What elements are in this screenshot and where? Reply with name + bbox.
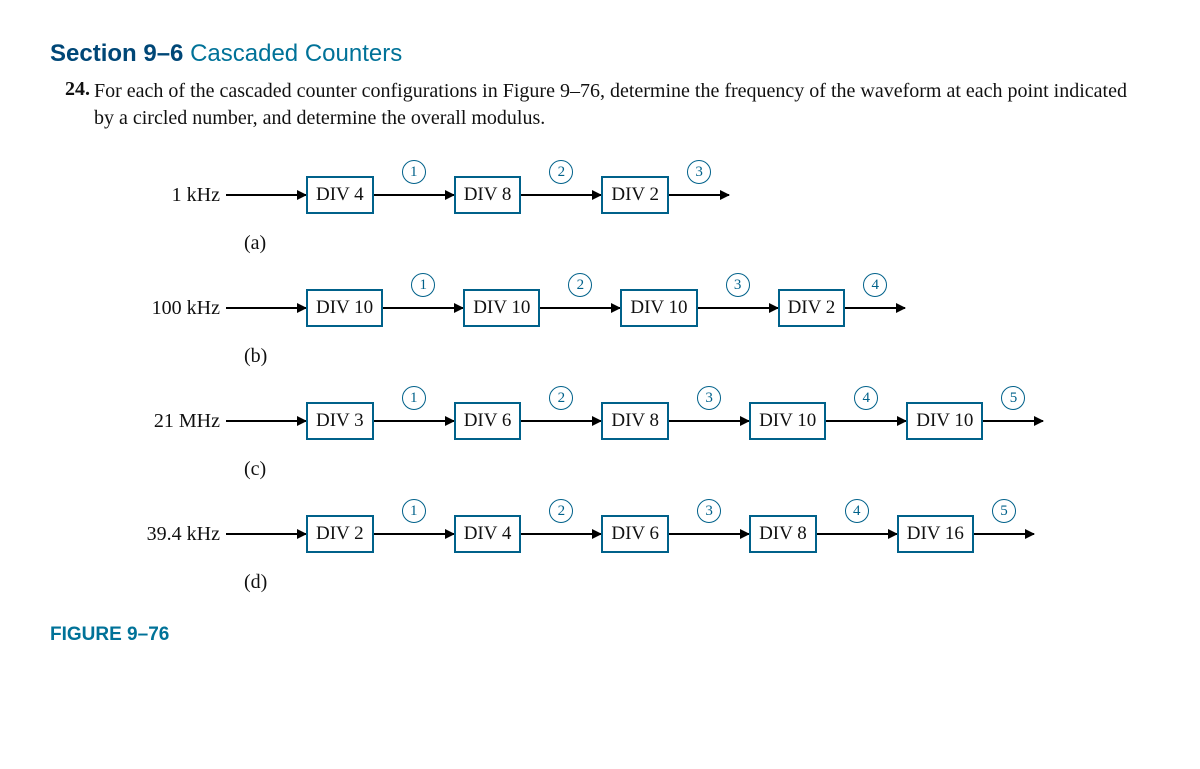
signal-wire: 2: [521, 194, 601, 196]
measurement-node: 5: [992, 499, 1016, 523]
signal-wire: [226, 533, 306, 535]
divider-block: DIV 8: [601, 402, 669, 440]
measurement-node: 3: [687, 160, 711, 184]
divider-block: DIV 2: [306, 515, 374, 553]
input-frequency-label: 39.4 kHz: [130, 523, 226, 546]
signal-wire: 2: [521, 420, 601, 422]
measurement-node: 1: [402, 499, 426, 523]
input-frequency-label: 1 kHz: [130, 184, 226, 207]
measurement-node: 3: [697, 386, 721, 410]
section-prefix: Section 9–6: [50, 40, 183, 67]
divider-block: DIV 10: [463, 289, 540, 327]
measurement-node: 4: [845, 499, 869, 523]
divider-block: DIV 10: [749, 402, 826, 440]
measurement-node: 3: [697, 499, 721, 523]
arrowhead-icon: [1034, 416, 1044, 426]
section-header: Section 9–6 Cascaded Counters: [50, 40, 1150, 68]
divider-block: DIV 6: [601, 515, 669, 553]
signal-wire: 1: [374, 194, 454, 196]
divider-block: DIV 8: [749, 515, 817, 553]
divider-block: DIV 4: [454, 515, 522, 553]
counter-chain: 1 kHz DIV 41DIV 82DIV 23: [130, 172, 1150, 218]
input-frequency-label: 100 kHz: [130, 297, 226, 320]
subfigure-label: (c): [244, 458, 1150, 481]
signal-wire: 2: [521, 533, 601, 535]
divider-block: DIV 10: [306, 289, 383, 327]
section-title: Cascaded Counters: [190, 40, 402, 67]
signal-wire: 3: [698, 307, 778, 309]
problem-number: 24.: [50, 78, 94, 101]
signal-wire: [226, 307, 306, 309]
measurement-node: 2: [549, 160, 573, 184]
signal-wire: 4: [845, 307, 905, 309]
signal-wire: 1: [374, 533, 454, 535]
figure-label: FIGURE 9–76: [50, 624, 1150, 646]
counter-chain: 100 kHzDIV 101DIV 102DIV 103DIV 24: [130, 285, 1150, 331]
measurement-node: 1: [402, 386, 426, 410]
figure-diagram-area: 1 kHzDIV 41DIV 82DIV 23(a)100 kHzDIV 101…: [130, 172, 1150, 594]
subfigure-label: (a): [244, 232, 1150, 255]
measurement-node: 2: [568, 273, 592, 297]
divider-block: DIV 2: [601, 176, 669, 214]
divider-block: DIV 8: [454, 176, 522, 214]
measurement-node: 4: [854, 386, 878, 410]
signal-wire: 2: [540, 307, 620, 309]
counter-chain: 39.4 kHz DIV 21DIV 42DIV 63DIV 84DIV 165: [130, 511, 1150, 557]
signal-wire: 3: [669, 194, 729, 196]
signal-wire: 4: [817, 533, 897, 535]
divider-block: DIV 10: [906, 402, 983, 440]
arrowhead-icon: [896, 303, 906, 313]
divider-block: DIV 6: [454, 402, 522, 440]
arrowhead-icon: [1025, 529, 1035, 539]
measurement-node: 1: [402, 160, 426, 184]
signal-wire: 5: [983, 420, 1043, 422]
subfigure-label: (b): [244, 345, 1150, 368]
subfigure-label: (d): [244, 571, 1150, 594]
divider-block: DIV 4: [306, 176, 374, 214]
signal-wire: [226, 194, 306, 196]
problem-row: 24. For each of the cascaded counter con…: [50, 78, 1150, 132]
measurement-node: 4: [863, 273, 887, 297]
measurement-node: 2: [549, 499, 573, 523]
signal-wire: 3: [669, 533, 749, 535]
measurement-node: 2: [549, 386, 573, 410]
measurement-node: 1: [411, 273, 435, 297]
signal-wire: [226, 420, 306, 422]
signal-wire: 5: [974, 533, 1034, 535]
measurement-node: 3: [726, 273, 750, 297]
arrowhead-icon: [720, 190, 730, 200]
divider-block: DIV 16: [897, 515, 974, 553]
problem-text: For each of the cascaded counter configu…: [94, 78, 1150, 132]
divider-block: DIV 10: [620, 289, 697, 327]
signal-wire: 1: [374, 420, 454, 422]
divider-block: DIV 3: [306, 402, 374, 440]
input-frequency-label: 21 MHz: [130, 410, 226, 433]
divider-block: DIV 2: [778, 289, 846, 327]
measurement-node: 5: [1001, 386, 1025, 410]
signal-wire: 3: [669, 420, 749, 422]
signal-wire: 4: [826, 420, 906, 422]
signal-wire: 1: [383, 307, 463, 309]
counter-chain: 21 MHzDIV 31DIV 62DIV 83DIV 104DIV 105: [130, 398, 1150, 444]
